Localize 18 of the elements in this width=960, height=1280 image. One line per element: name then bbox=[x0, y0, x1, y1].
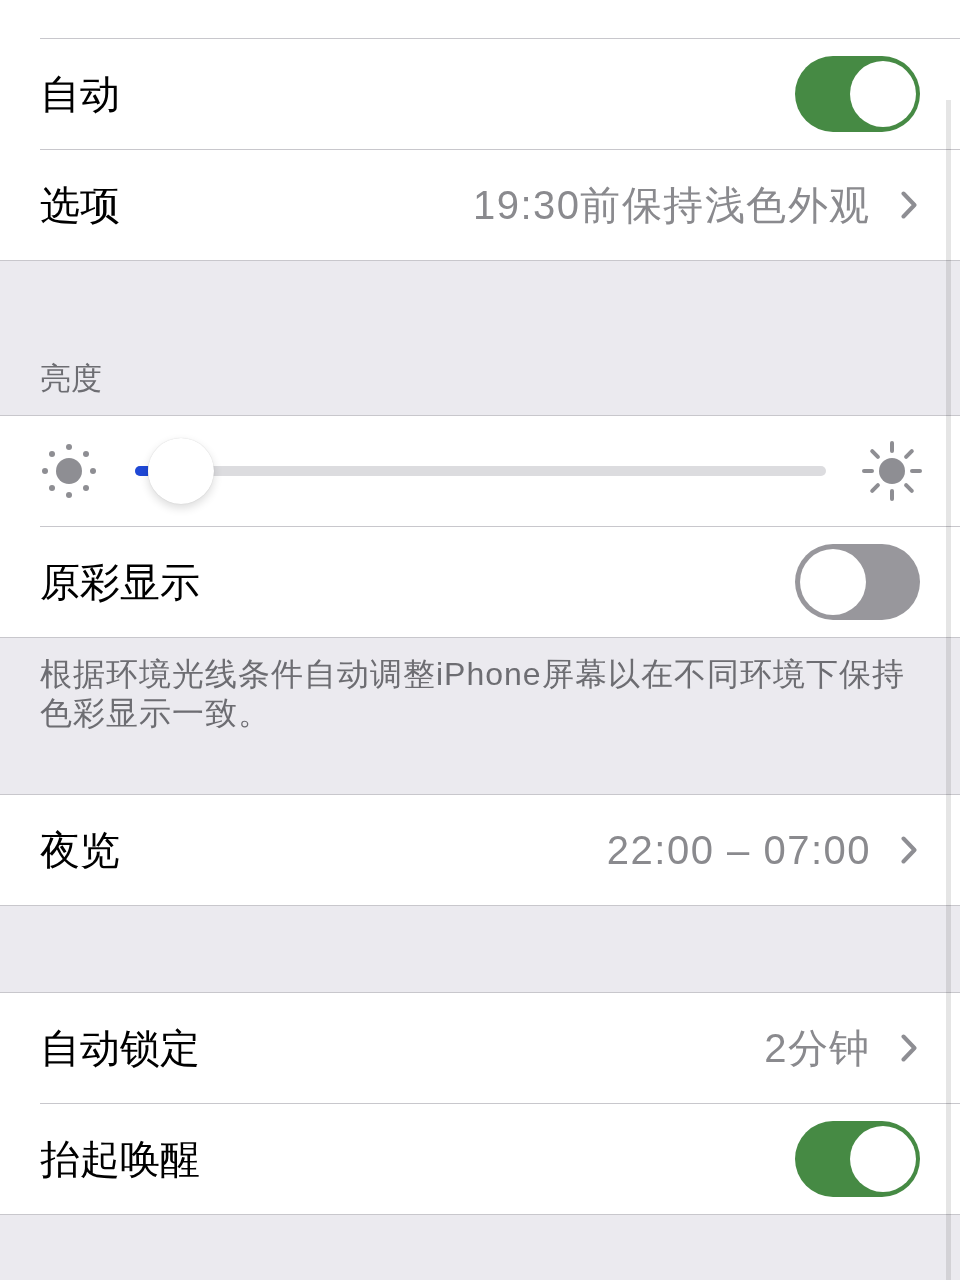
section-header: 亮度 bbox=[39, 360, 103, 398]
chevron-icon[interactable] bbox=[901, 836, 917, 864]
setting-label: 选项 bbox=[40, 182, 120, 229]
setting-value: 22:00 – 07:00 bbox=[606, 827, 871, 874]
large-sun-icon bbox=[862, 441, 922, 501]
setting-label: 原彩显示 bbox=[40, 559, 200, 606]
section-footer: 根据环境光线条件自动调整iPhone屏幕以在不同环境下保持色彩显示一致。 bbox=[0, 638, 960, 794]
chevron-icon[interactable] bbox=[901, 191, 917, 219]
setting-label: 抬起唤醒 bbox=[40, 1136, 200, 1183]
brightness-slider[interactable] bbox=[135, 438, 826, 504]
chevron-icon[interactable] bbox=[901, 1034, 917, 1062]
setting-label: 自动 bbox=[40, 71, 120, 118]
setting-label: 夜览 bbox=[40, 827, 120, 874]
slider-thumb[interactable] bbox=[147, 438, 214, 504]
setting-value: 2分钟 bbox=[764, 1025, 871, 1072]
setting-label: 自动锁定 bbox=[40, 1025, 200, 1072]
small-sun-icon bbox=[42, 444, 96, 498]
setting-value: 19:30前保持浅色外观 bbox=[472, 182, 871, 229]
